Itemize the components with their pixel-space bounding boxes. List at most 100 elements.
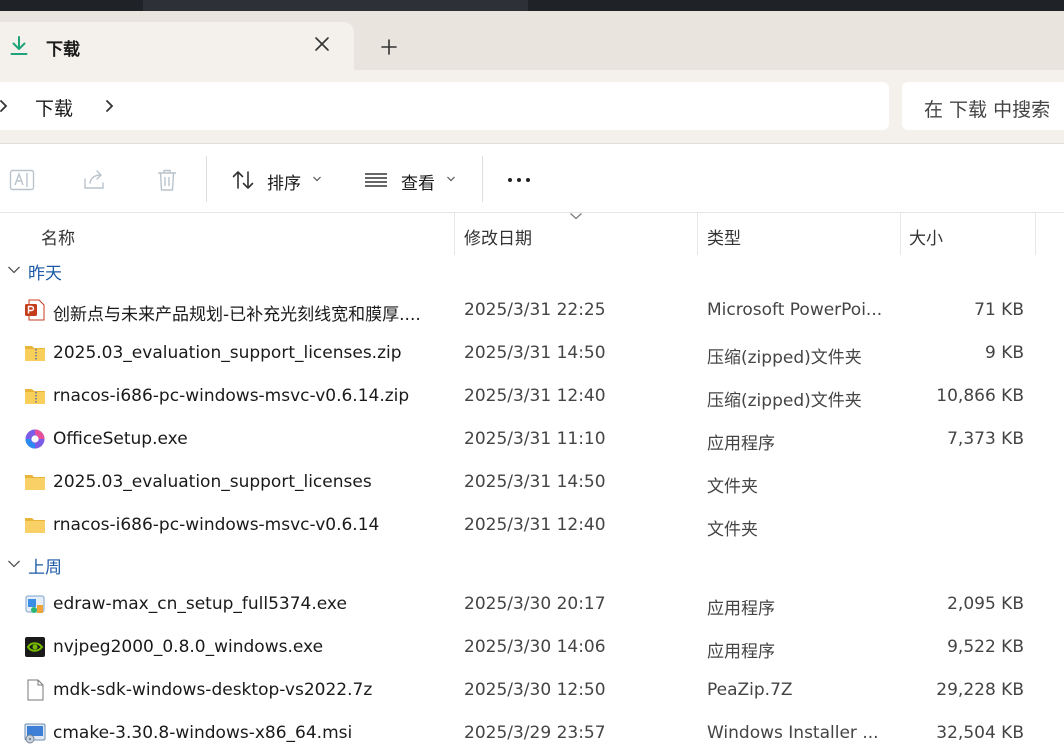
address-bar[interactable]: 下载: [0, 82, 889, 130]
separator: [206, 156, 207, 202]
taskbar-strip: [0, 0, 1064, 11]
zip-folder-icon: [25, 389, 45, 404]
generic-file-icon: [27, 679, 44, 701]
view-list-icon: [365, 173, 387, 187]
file-date: 2025/3/31 11:10: [464, 429, 606, 449]
file-size: 32,504 KB: [936, 723, 1024, 743]
download-arrow-icon: [10, 36, 28, 55]
file-date: 2025/3/29 23:57: [464, 723, 606, 743]
file-name: 2025.03_evaluation_support_licenses: [53, 472, 372, 492]
column-header-type[interactable]: 类型: [698, 213, 900, 255]
column-header-modified-label: 修改日期: [464, 229, 532, 249]
file-type: Windows Installer ...: [707, 723, 879, 743]
file-date: 2025/3/31 12:40: [464, 515, 606, 535]
file-name: rnacos-i686-pc-windows-msvc-v0.6.14: [53, 515, 380, 535]
chevron-right-icon[interactable]: [104, 99, 116, 113]
title-bar: 下载: [0, 0, 1064, 70]
file-type: 压缩(zipped)文件夹: [707, 391, 862, 411]
file-name: nvjpeg2000_0.8.0_windows.exe: [53, 637, 324, 657]
file-type: 应用程序: [707, 434, 775, 454]
close-tab-icon[interactable]: [310, 32, 334, 56]
file-name: 创新点与未来产品规划-已补充光刻线宽和膜厚....: [53, 305, 421, 325]
office-setup-icon: [25, 429, 45, 449]
file-name: edraw-max_cn_setup_full5374.exe: [53, 594, 347, 614]
file-name: cmake-3.30.8-windows-x86_64.msi: [53, 723, 353, 743]
file-name: rnacos-i686-pc-windows-msvc-v0.6.14.zip: [53, 386, 410, 406]
file-row[interactable]: rnacos-i686-pc-windows-msvc-v0.6.14.zip …: [0, 375, 1064, 418]
file-date: 2025/3/30 14:06: [464, 637, 606, 657]
chevron-right-icon[interactable]: [0, 99, 10, 113]
folder-icon: [25, 475, 45, 490]
column-header-type-label: 类型: [707, 229, 741, 249]
delete-trash-icon[interactable]: [154, 167, 180, 193]
group-label: 昨天: [28, 264, 62, 284]
sort-arrows-icon: [232, 171, 254, 189]
file-date: 2025/3/31 12:40: [464, 386, 606, 406]
file-type: PeaZip.7Z: [707, 680, 793, 700]
column-divider[interactable]: [1035, 213, 1036, 255]
file-type: 文件夹: [707, 477, 758, 497]
file-type: Microsoft PowerPoi...: [707, 300, 883, 320]
file-size: 29,228 KB: [936, 680, 1024, 700]
file-name: OfficeSetup.exe: [53, 429, 188, 449]
column-header-size[interactable]: 大小: [901, 213, 1035, 255]
file-type: 应用程序: [707, 642, 775, 662]
file-row[interactable]: edraw-max_cn_setup_full5374.exe 2025/3/3…: [0, 583, 1064, 626]
command-bar: 排序 查看: [0, 144, 1064, 213]
file-size: 7,373 KB: [947, 429, 1024, 449]
column-header-name-label: 名称: [41, 229, 75, 249]
sort-button[interactable]: 排序: [226, 156, 336, 202]
rename-icon[interactable]: [9, 167, 35, 193]
chevron-down-icon: [447, 176, 455, 182]
group-label: 上周: [28, 558, 62, 578]
file-size: 71 KB: [974, 300, 1024, 320]
tab-downloads[interactable]: 下载: [0, 22, 354, 70]
file-size: 2,095 KB: [947, 594, 1024, 614]
file-size: 10,866 KB: [936, 386, 1024, 406]
group-header-yesterday[interactable]: 昨天: [0, 255, 1064, 287]
nvidia-exe-icon: [25, 637, 45, 657]
column-header-name[interactable]: 名称: [0, 213, 454, 255]
powerpoint-file-icon: [25, 299, 45, 321]
view-button[interactable]: 查看: [360, 156, 470, 202]
chevron-down-icon: [8, 266, 20, 274]
taskbar-segment: [143, 0, 528, 11]
address-row: 下载 在 下载 中搜索: [0, 70, 1064, 144]
file-row[interactable]: nvjpeg2000_0.8.0_windows.exe 2025/3/30 1…: [0, 626, 1064, 669]
view-label: 查看: [401, 174, 435, 194]
sort-label: 排序: [267, 174, 301, 194]
file-date: 2025/3/30 12:50: [464, 680, 606, 700]
share-icon[interactable]: [82, 167, 108, 193]
file-row[interactable]: 2025.03_evaluation_support_licenses 2025…: [0, 461, 1064, 504]
file-name: 2025.03_evaluation_support_licenses.zip: [53, 343, 402, 363]
chevron-down-icon: [8, 560, 20, 568]
separator: [482, 156, 483, 202]
file-row[interactable]: rnacos-i686-pc-windows-msvc-v0.6.14 2025…: [0, 504, 1064, 547]
group-header-last-week[interactable]: 上周: [0, 549, 1064, 581]
breadcrumb-downloads[interactable]: 下载: [35, 94, 73, 121]
file-row[interactable]: mdk-sdk-windows-desktop-vs2022.7z 2025/3…: [0, 669, 1064, 712]
more-options-icon[interactable]: [506, 167, 532, 193]
file-size: 9,522 KB: [947, 637, 1024, 657]
file-type: 压缩(zipped)文件夹: [707, 348, 862, 368]
search-placeholder: 在 下载 中搜索: [924, 99, 1051, 121]
file-name: mdk-sdk-windows-desktop-vs2022.7z: [53, 680, 373, 700]
search-input[interactable]: 在 下载 中搜索: [902, 82, 1064, 130]
zip-folder-icon: [25, 346, 45, 361]
file-row[interactable]: OfficeSetup.exe 2025/3/31 11:10 应用程序 7,3…: [0, 418, 1064, 461]
tab-title: 下载: [46, 40, 80, 60]
file-row[interactable]: 创新点与未来产品规划-已补充光刻线宽和膜厚.... 2025/3/31 22:2…: [0, 289, 1064, 332]
chevron-down-icon: [313, 176, 321, 182]
file-type: 文件夹: [707, 520, 758, 540]
column-header-size-label: 大小: [909, 229, 943, 249]
file-date: 2025/3/31 14:50: [464, 472, 606, 492]
new-tab-plus-icon[interactable]: [377, 35, 401, 59]
installer-exe-icon: [25, 595, 45, 613]
file-type: 应用程序: [707, 599, 775, 619]
file-row[interactable]: 2025.03_evaluation_support_licenses.zip …: [0, 332, 1064, 375]
file-date: 2025/3/31 14:50: [464, 343, 606, 363]
column-header-modified[interactable]: 修改日期: [455, 213, 697, 255]
folder-icon: [25, 518, 45, 533]
file-row[interactable]: cmake-3.30.8-windows-x86_64.msi 2025/3/2…: [0, 712, 1064, 755]
file-size: 9 KB: [984, 343, 1024, 363]
